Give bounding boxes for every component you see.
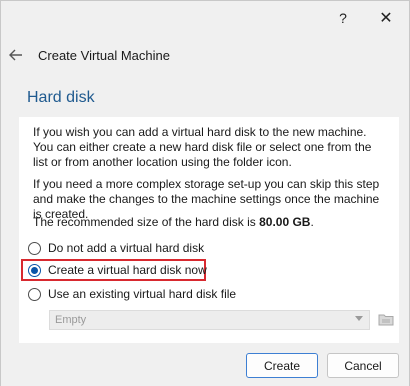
create-vm-dialog: ? ✕ Create Virtual Machine Hard disk If … (0, 0, 410, 386)
back-button[interactable] (5, 44, 27, 66)
back-arrow-icon (9, 49, 22, 61)
radio-create-disk[interactable]: Create a virtual hard disk now (28, 261, 207, 279)
title-bar: ? ✕ (1, 1, 409, 35)
radio-existing-disk[interactable]: Use an existing virtual hard disk file (28, 285, 236, 303)
recommended-size-text: The recommended size of the hard disk is… (33, 215, 389, 230)
radio-label: Use an existing virtual hard disk file (48, 287, 237, 301)
intro-text: If you wish you can add a virtual hard d… (33, 125, 372, 169)
recommended-size-value: 80.00 GB (259, 215, 311, 229)
radio-button[interactable] (28, 241, 41, 255)
create-button[interactable]: Create (246, 353, 318, 378)
select-value: Empty (55, 314, 87, 326)
recommended-size-prefix: The recommended size of the hard disk is (33, 215, 260, 229)
content-panel: If you wish you can add a virtual hard d… (19, 117, 399, 343)
chevron-down-icon (355, 316, 363, 321)
radio-label: Do not add a virtual hard disk (48, 241, 205, 255)
cancel-button[interactable]: Cancel (327, 353, 399, 378)
recommended-size-suffix: . (310, 215, 314, 229)
existing-disk-select[interactable]: Empty (49, 310, 370, 330)
radio-label: Create a virtual hard disk now (48, 263, 207, 277)
folder-icon (378, 314, 394, 326)
page-title: Hard disk (27, 89, 95, 106)
button-bar: Create Cancel (1, 346, 409, 386)
choose-disk-button[interactable] (376, 309, 396, 329)
wizard-header: Create Virtual Machine (1, 37, 409, 73)
close-icon: ✕ (379, 10, 393, 27)
window-title: Create Virtual Machine (38, 48, 170, 63)
help-button[interactable]: ? (322, 3, 364, 33)
radio-button-checked[interactable] (28, 263, 41, 277)
radio-no-disk[interactable]: Do not add a virtual hard disk (28, 239, 204, 257)
radio-button[interactable] (28, 287, 41, 301)
close-button[interactable]: ✕ (365, 3, 407, 33)
help-label: ? (339, 10, 347, 26)
